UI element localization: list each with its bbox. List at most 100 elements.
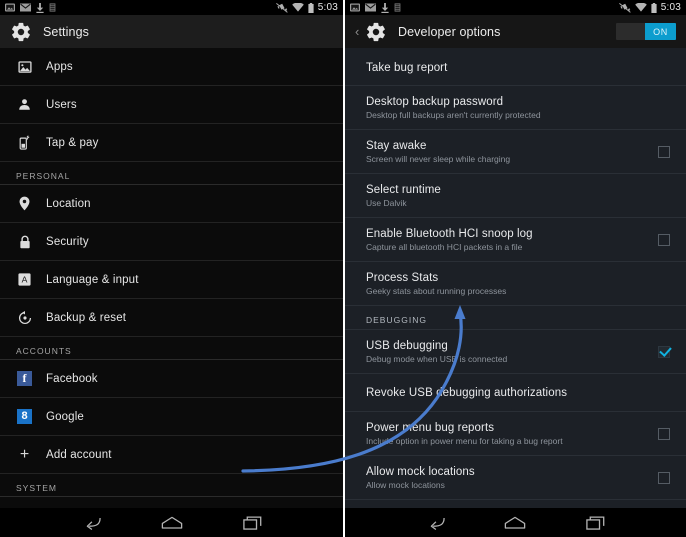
dev-item-desktop-backup-password[interactable]: Desktop backup password Desktop full bac… — [345, 86, 686, 130]
status-clock: 5:03 — [660, 2, 681, 13]
dev-item-title: Enable Bluetooth HCI snoop log — [366, 227, 533, 240]
back-icon[interactable] — [422, 513, 448, 533]
dual-screenshot-stage: 5:03 Settings Apps Users Tap & pay PERSO… — [0, 0, 686, 537]
settings-item-security[interactable]: Security — [0, 223, 343, 261]
dev-item-text: USB debugging Debug mode when USB is con… — [366, 333, 648, 371]
wifi-icon — [291, 3, 304, 12]
nav-bar-left[interactable] — [0, 508, 343, 537]
dev-item-title: USB debugging — [366, 339, 448, 352]
dev-item-title: Stay awake — [366, 139, 427, 152]
status-bar-right: 5:03 — [345, 0, 686, 15]
apps-icon — [16, 58, 33, 75]
battery-icon — [651, 2, 657, 13]
developer-options-list[interactable]: Take bug report Desktop backup password … — [345, 48, 686, 508]
dev-item-subtitle: Allow mock locations — [366, 479, 445, 490]
dev-item-subtitle: Screen will never sleep while charging — [366, 153, 511, 164]
settings-item-backup-reset[interactable]: Backup & reset — [0, 299, 343, 337]
dev-item-power-menu-bug-reports[interactable]: Power menu bug reports Include option in… — [345, 412, 686, 456]
dev-item-checkbox[interactable] — [658, 233, 670, 246]
dev-item-enable-bluetooth-hci-snoop-log[interactable]: Enable Bluetooth HCI snoop log Capture a… — [345, 218, 686, 262]
settings-item-label: Security — [46, 235, 89, 248]
settings-section-system: SYSTEM — [0, 474, 343, 497]
status-icons-left — [350, 2, 401, 13]
screenshot-icon — [350, 3, 360, 12]
dev-item-subtitle: Geeky stats about running processes — [366, 285, 507, 296]
dev-item-revoke-usb-debugging-authorizations[interactable]: Revoke USB debugging authorizations — [345, 374, 686, 412]
status-icons-right: 5:03 — [275, 2, 338, 13]
recents-icon[interactable] — [583, 513, 609, 533]
email-icon — [365, 3, 376, 12]
svg-text:A: A — [22, 275, 28, 285]
dev-item-checkbox[interactable] — [658, 145, 670, 158]
dev-item-checkbox[interactable] — [658, 345, 670, 358]
dev-item-title: Take bug report — [366, 61, 448, 74]
home-icon[interactable] — [502, 513, 528, 533]
back-icon[interactable] — [78, 513, 104, 533]
language-icon: A — [16, 271, 33, 288]
settings-section-accounts: ACCOUNTS — [0, 337, 343, 360]
dev-item-stay-awake[interactable]: Stay awake Screen will never sleep while… — [345, 130, 686, 174]
settings-item-language-input[interactable]: A Language & input — [0, 261, 343, 299]
users-icon — [16, 96, 33, 113]
settings-action-bar: Settings — [0, 15, 343, 48]
status-icons-right: 5:03 — [618, 2, 681, 13]
settings-item-label: Users — [46, 98, 77, 111]
settings-item-label: Language & input — [46, 273, 139, 286]
settings-item-label: Location — [46, 197, 91, 210]
dev-item-select-debug-app[interactable]: Select debug app No debug application se… — [345, 500, 686, 508]
settings-item-tap-and-pay[interactable]: Tap & pay — [0, 124, 343, 162]
dev-item-checkbox[interactable] — [658, 427, 670, 440]
dev-item-text: Select debug app No debug application se… — [366, 503, 670, 509]
settings-item-location[interactable]: Location — [0, 185, 343, 223]
status-bar-left: 5:03 — [0, 0, 343, 15]
vibrate-off-icon — [275, 2, 288, 13]
dev-item-text: Take bug report — [366, 52, 670, 82]
plus-icon: + — [19, 445, 30, 463]
dev-item-allow-mock-locations[interactable]: Allow mock locations Allow mock location… — [345, 456, 686, 500]
dev-item-usb-debugging[interactable]: USB debugging Debug mode when USB is con… — [345, 330, 686, 374]
dev-item-text: Revoke USB debugging authorizations — [366, 380, 670, 406]
settings-item-date-time[interactable]: Date & time — [0, 497, 343, 508]
settings-title: Settings — [43, 24, 89, 39]
dev-item-take-bug-report[interactable]: Take bug report — [345, 48, 686, 86]
dev-item-text: Process Stats Geeky stats about running … — [366, 265, 670, 303]
settings-item-label: Apps — [46, 60, 73, 73]
settings-item-google[interactable]: 8 Google — [0, 398, 343, 436]
dev-item-process-stats[interactable]: Process Stats Geeky stats about running … — [345, 262, 686, 306]
dev-item-text: Enable Bluetooth HCI snoop log Capture a… — [366, 221, 648, 259]
dev-item-title: Power menu bug reports — [366, 421, 495, 434]
status-clock: 5:03 — [317, 2, 338, 13]
settings-section-personal: PERSONAL — [0, 162, 343, 185]
lock-icon — [16, 233, 33, 250]
settings-item-apps[interactable]: Apps — [0, 48, 343, 86]
dev-item-text: Select runtime Use Dalvik — [366, 177, 670, 215]
status-icons-left — [5, 2, 56, 13]
settings-item-users[interactable]: Users — [0, 86, 343, 124]
nav-bar-right[interactable] — [345, 508, 686, 537]
dev-item-title: Desktop backup password — [366, 95, 504, 108]
developer-options-master-toggle[interactable]: ON — [616, 23, 676, 40]
dev-item-subtitle: Capture all bluetooth HCI packets in a f… — [366, 241, 523, 252]
dev-item-subtitle: Desktop full backups aren't currently pr… — [366, 109, 541, 120]
home-icon[interactable] — [159, 513, 185, 533]
dev-item-select-runtime[interactable]: Select runtime Use Dalvik — [345, 174, 686, 218]
sim-card-icon — [394, 3, 401, 12]
back-chevron-icon[interactable]: ‹ — [355, 25, 364, 38]
screenshot-icon — [5, 3, 15, 12]
dev-item-title: Select runtime — [366, 183, 441, 196]
dev-item-text: Allow mock locations Allow mock location… — [366, 459, 648, 497]
settings-item-add-account[interactable]: + Add account — [0, 436, 343, 474]
download-icon — [381, 2, 389, 13]
wifi-icon — [634, 3, 647, 12]
dev-item-subtitle: Debug mode when USB is connected — [366, 353, 508, 364]
location-pin-icon — [16, 195, 33, 212]
dev-item-checkbox[interactable] — [658, 471, 670, 484]
settings-item-facebook[interactable]: f Facebook — [0, 360, 343, 398]
settings-item-label: Backup & reset — [46, 311, 127, 324]
recents-icon[interactable] — [240, 513, 266, 533]
settings-list[interactable]: Apps Users Tap & pay PERSONAL Location S… — [0, 48, 343, 508]
developer-options-title: Developer options — [398, 24, 501, 39]
settings-screen: 5:03 Settings Apps Users Tap & pay PERSO… — [0, 0, 343, 537]
dev-item-title: Revoke USB debugging authorizations — [366, 386, 568, 399]
settings-gear-icon — [367, 22, 385, 41]
